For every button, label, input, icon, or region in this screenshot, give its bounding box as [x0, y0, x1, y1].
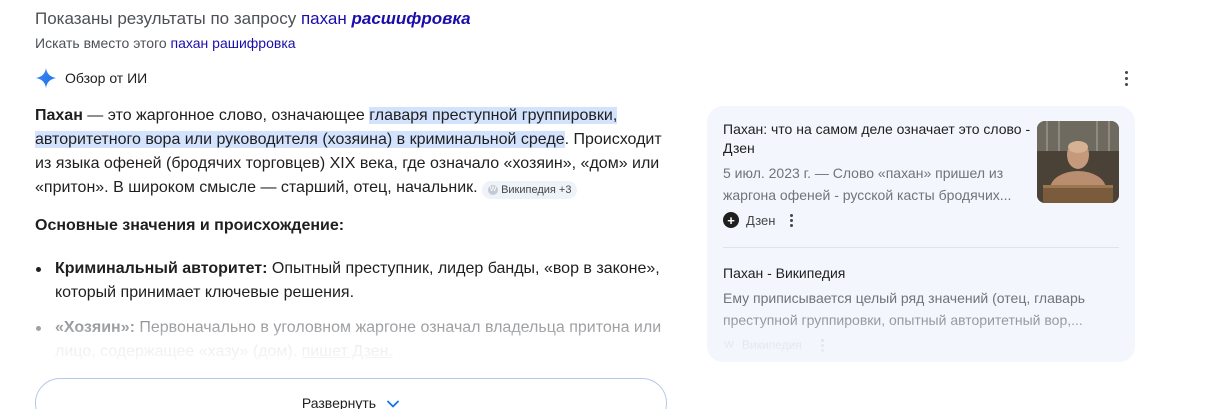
dzen-icon: +: [723, 212, 739, 228]
source-card[interactable]: Пахан: что на самом деле означает это сл…: [723, 120, 1033, 206]
source-site[interactable]: + Дзен: [723, 212, 794, 228]
source-more-icon[interactable]: [820, 338, 824, 352]
spelling-correction: Показаны результаты по запросу пахан рас…: [35, 9, 471, 29]
list-item: Криминальный авторитет: Опытный преступн…: [35, 257, 675, 305]
meaning-list: Криминальный авторитет: Опытный преступн…: [35, 257, 675, 375]
chevron-down-icon: [387, 400, 400, 408]
ai-overview-label: Обзор от ИИ: [65, 70, 148, 86]
source-title[interactable]: Пахан - Википедия: [723, 264, 1119, 283]
citation-chip-label: Википедия +3: [501, 184, 572, 196]
list-item: «Хозяин»: Первоначально в уголовном жарг…: [35, 316, 675, 364]
list-item-term: «Хозяин»:: [55, 319, 135, 336]
expand-button[interactable]: Развернуть: [35, 378, 667, 409]
source-date: 5 июл. 2023 г.: [723, 165, 811, 181]
ai-answer-paragraph: Пахан — это жаргонное слово, означающее …: [35, 104, 670, 200]
wikipedia-icon: W: [724, 339, 734, 351]
search-instead-link[interactable]: пахан рашифровка: [171, 35, 296, 51]
more-options-icon[interactable]: [1118, 69, 1134, 87]
section-heading: Основные значения и происхождение:: [35, 217, 345, 234]
source-site-name: Википедия: [742, 338, 802, 352]
ai-overview-header: Обзор от ИИ: [35, 66, 147, 90]
corrected-query-word-link[interactable]: пахан: [301, 9, 347, 28]
source-divider: [723, 247, 1119, 248]
list-item-text: Первоначально в уголовном жаргоне означа…: [134, 319, 662, 336]
spelling-prefix: Показаны результаты по запросу: [35, 9, 297, 28]
answer-term: Пахан: [35, 107, 83, 124]
sources-panel: Пахан: что на самом деле означает это сл…: [707, 106, 1135, 362]
list-item-term: Криминальный авторитет:: [55, 260, 268, 277]
source-title[interactable]: Пахан: что на самом деле означает это сл…: [723, 120, 1033, 158]
wikipedia-icon: W: [488, 185, 499, 195]
list-item-ghost-link[interactable]: пишет Дзен.: [302, 343, 393, 360]
expand-button-label: Развернуть: [301, 395, 377, 409]
source-site-name: Дзен: [746, 212, 776, 228]
search-instead-prefix: Искать вместо этого: [35, 35, 167, 51]
list-item-ghost-text: лицо, содержащее «хазу» (дом).: [55, 343, 298, 360]
answer-intro: — это жаргонное слово, означающее: [82, 107, 370, 124]
source-snippet-text: Ему приписывается целый ряд значений (от…: [723, 290, 1086, 328]
corrected-query-link[interactable]: расшифровка: [351, 9, 470, 28]
sparkle-icon: [35, 67, 57, 89]
citation-chip[interactable]: W Википедия +3: [482, 181, 578, 199]
search-instead: Искать вместо этого пахан рашифровка: [35, 35, 296, 51]
source-more-icon[interactable]: [790, 213, 794, 227]
source-snippet: 5 июл. 2023 г. — Слово «пахан» пришел из…: [723, 165, 1012, 203]
source-thumbnail[interactable]: [1037, 121, 1119, 203]
source-site[interactable]: W Википедия: [723, 338, 824, 352]
source-card[interactable]: Пахан - Википедия Ему приписывается целы…: [723, 264, 1119, 331]
